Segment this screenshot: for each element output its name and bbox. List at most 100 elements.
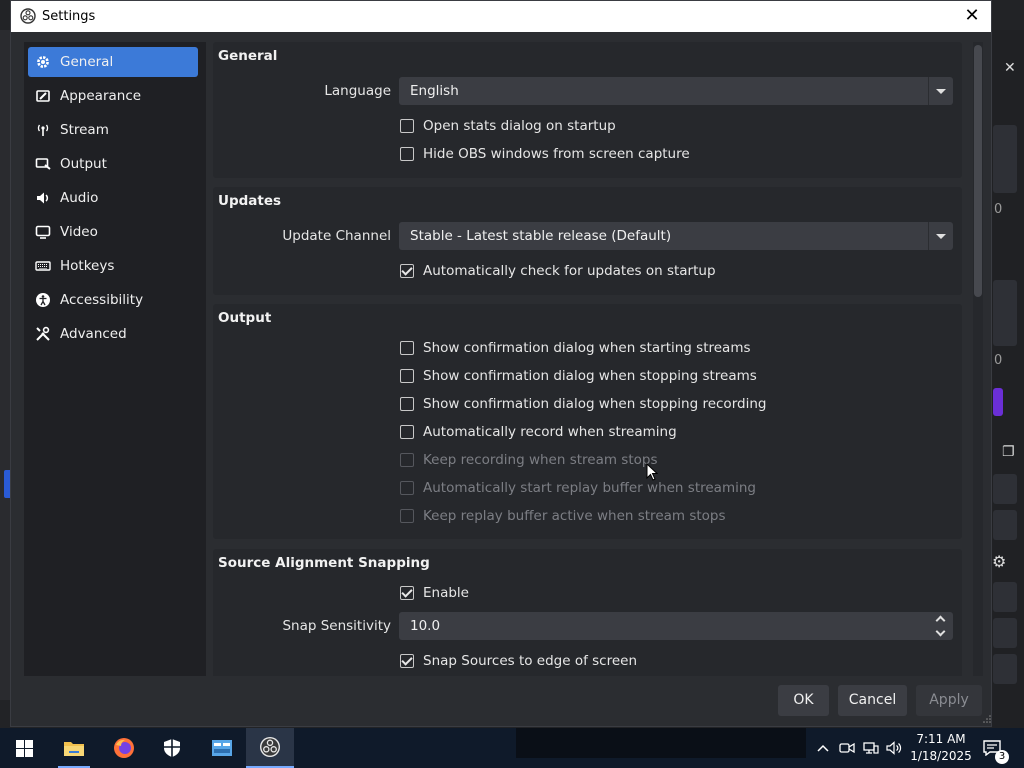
background-panel [993,510,1017,540]
checkbox-box[interactable] [400,586,414,600]
checkbox-box[interactable] [400,397,414,411]
settings-dialog: Settings ✕ General Appearance Stream Out… [10,0,992,727]
cancel-button[interactable]: Cancel [838,685,907,716]
confirm-start-stream-checkbox[interactable]: Show confirmation dialog when starting s… [400,338,751,358]
language-select[interactable]: English [399,77,953,105]
keep-recording-checkbox: Keep recording when stream stops [400,450,657,470]
settings-sidebar: General Appearance Stream Output Audio V… [24,42,206,676]
obs-icon[interactable] [246,728,294,768]
sidebar-item-label: Hotkeys [60,258,115,274]
confirm-stop-recording-checkbox[interactable]: Show confirmation dialog when stopping r… [400,394,766,414]
taskbar: 7:11 AM 1/18/2025 3 [0,728,1024,768]
chevron-up-icon[interactable] [814,728,832,768]
sidebar-item-advanced[interactable]: Advanced [28,319,198,349]
tools-icon [34,325,52,343]
keyboard-icon [34,257,52,275]
update-channel-label: Update Channel [282,228,391,244]
background-value-text: 0 [994,353,1003,368]
background-gear-icon[interactable]: ⚙ [992,552,1006,571]
background-value-text: 0 [994,202,1003,217]
accessibility-icon [34,291,52,309]
group-title: Source Alignment Snapping [218,555,430,571]
group-updates: Updates Update Channel Stable - Latest s… [213,187,962,295]
taskbar-background-area [516,728,806,758]
start-icon[interactable] [0,728,48,768]
checkbox-label: Keep replay buffer active when stream st… [423,508,726,524]
output-icon [34,155,52,173]
gear-icon [34,53,52,71]
hide-obs-checkbox[interactable]: Hide OBS windows from screen capture [400,144,690,164]
checkbox-box[interactable] [400,147,414,161]
sidebar-item-general[interactable]: General [28,47,198,77]
title-bar: Settings ✕ [11,1,991,32]
group-general: General Language English Open stats dial… [213,42,962,178]
sidebar-item-label: Output [60,156,107,172]
background-purple-button[interactable] [993,388,1003,416]
obs-logo-icon [20,8,36,24]
sidebar-item-audio[interactable]: Audio [28,183,198,213]
checkbox-label: Show confirmation dialog when starting s… [423,340,751,356]
checkbox-label: Open stats dialog on startup [423,118,616,134]
background-close-icon[interactable]: ✕ [1004,60,1016,76]
checkbox-box[interactable] [400,654,414,668]
scrollbar-thumb[interactable] [974,45,982,297]
sidebar-item-stream[interactable]: Stream [28,115,198,145]
chevron-down-icon[interactable] [929,626,953,640]
checkbox-box[interactable] [400,369,414,383]
auto-record-checkbox[interactable]: Automatically record when streaming [400,422,677,442]
resize-grip-icon[interactable] [983,715,991,723]
chevron-up-icon[interactable] [929,612,953,626]
security-icon[interactable] [148,728,196,768]
auto-check-updates-checkbox[interactable]: Automatically check for updates on start… [400,261,716,281]
checkbox-label: Hide OBS windows from screen capture [423,146,690,162]
snapping-enable-checkbox[interactable]: Enable [400,583,469,603]
background-panel [993,280,1017,346]
sidebar-item-label: Stream [60,122,109,138]
update-channel-select[interactable]: Stable - Latest stable release (Default) [399,222,953,250]
chevron-down-icon[interactable] [928,222,953,250]
dock-icon[interactable]: ❐ [1002,444,1015,460]
close-icon[interactable]: ✕ [959,4,985,28]
network-icon[interactable] [861,728,881,768]
control-panel-icon[interactable] [198,728,246,768]
snap-edge-checkbox[interactable]: Snap Sources to edge of screen [400,651,637,671]
volume-icon[interactable] [885,728,905,768]
sidebar-item-video[interactable]: Video [28,217,198,247]
checkbox-box[interactable] [400,341,414,355]
apply-button[interactable]: Apply [916,685,982,716]
open-stats-checkbox[interactable]: Open stats dialog on startup [400,116,616,136]
sidebar-item-label: Audio [60,190,99,206]
checkbox-label: Automatically record when streaming [423,424,677,440]
checkbox-box [400,481,414,495]
checkbox-label: Keep recording when stream stops [423,452,658,468]
background-panel [993,582,1017,612]
content-scrollbar[interactable] [973,42,983,676]
snap-sensitivity-spinbox[interactable]: 10.0 [399,612,953,640]
sidebar-item-label: Video [60,224,98,240]
meet-now-icon[interactable] [837,728,857,768]
background-panel [993,125,1017,193]
file-explorer-icon[interactable] [50,728,98,768]
sidebar-item-hotkeys[interactable]: Hotkeys [28,251,198,281]
background-panel [993,474,1017,504]
checkbox-box[interactable] [400,425,414,439]
confirm-stop-stream-checkbox[interactable]: Show confirmation dialog when stopping s… [400,366,757,386]
dialog-title: Settings [42,9,96,24]
group-title: Output [218,310,272,326]
ok-button[interactable]: OK [778,685,829,716]
sidebar-item-accessibility[interactable]: Accessibility [28,285,198,315]
checkbox-box[interactable] [400,119,414,133]
firefox-icon[interactable] [100,728,148,768]
group-title: General [218,48,278,64]
chevron-down-icon[interactable] [928,77,953,105]
group-output: Output Show confirmation dialog when sta… [213,304,962,539]
auto-replay-buffer-checkbox: Automatically start replay buffer when s… [400,478,756,498]
sidebar-item-label: General [60,54,114,70]
sidebar-item-appearance[interactable]: Appearance [28,81,198,111]
sidebar-item-output[interactable]: Output [28,149,198,179]
checkbox-box [400,453,414,467]
snap-sensitivity-value: 10.0 [410,618,441,634]
checkbox-box[interactable] [400,264,414,278]
checkbox-label: Show confirmation dialog when stopping s… [423,368,757,384]
taskbar-clock[interactable]: 7:11 AM 1/18/2025 [905,731,977,765]
